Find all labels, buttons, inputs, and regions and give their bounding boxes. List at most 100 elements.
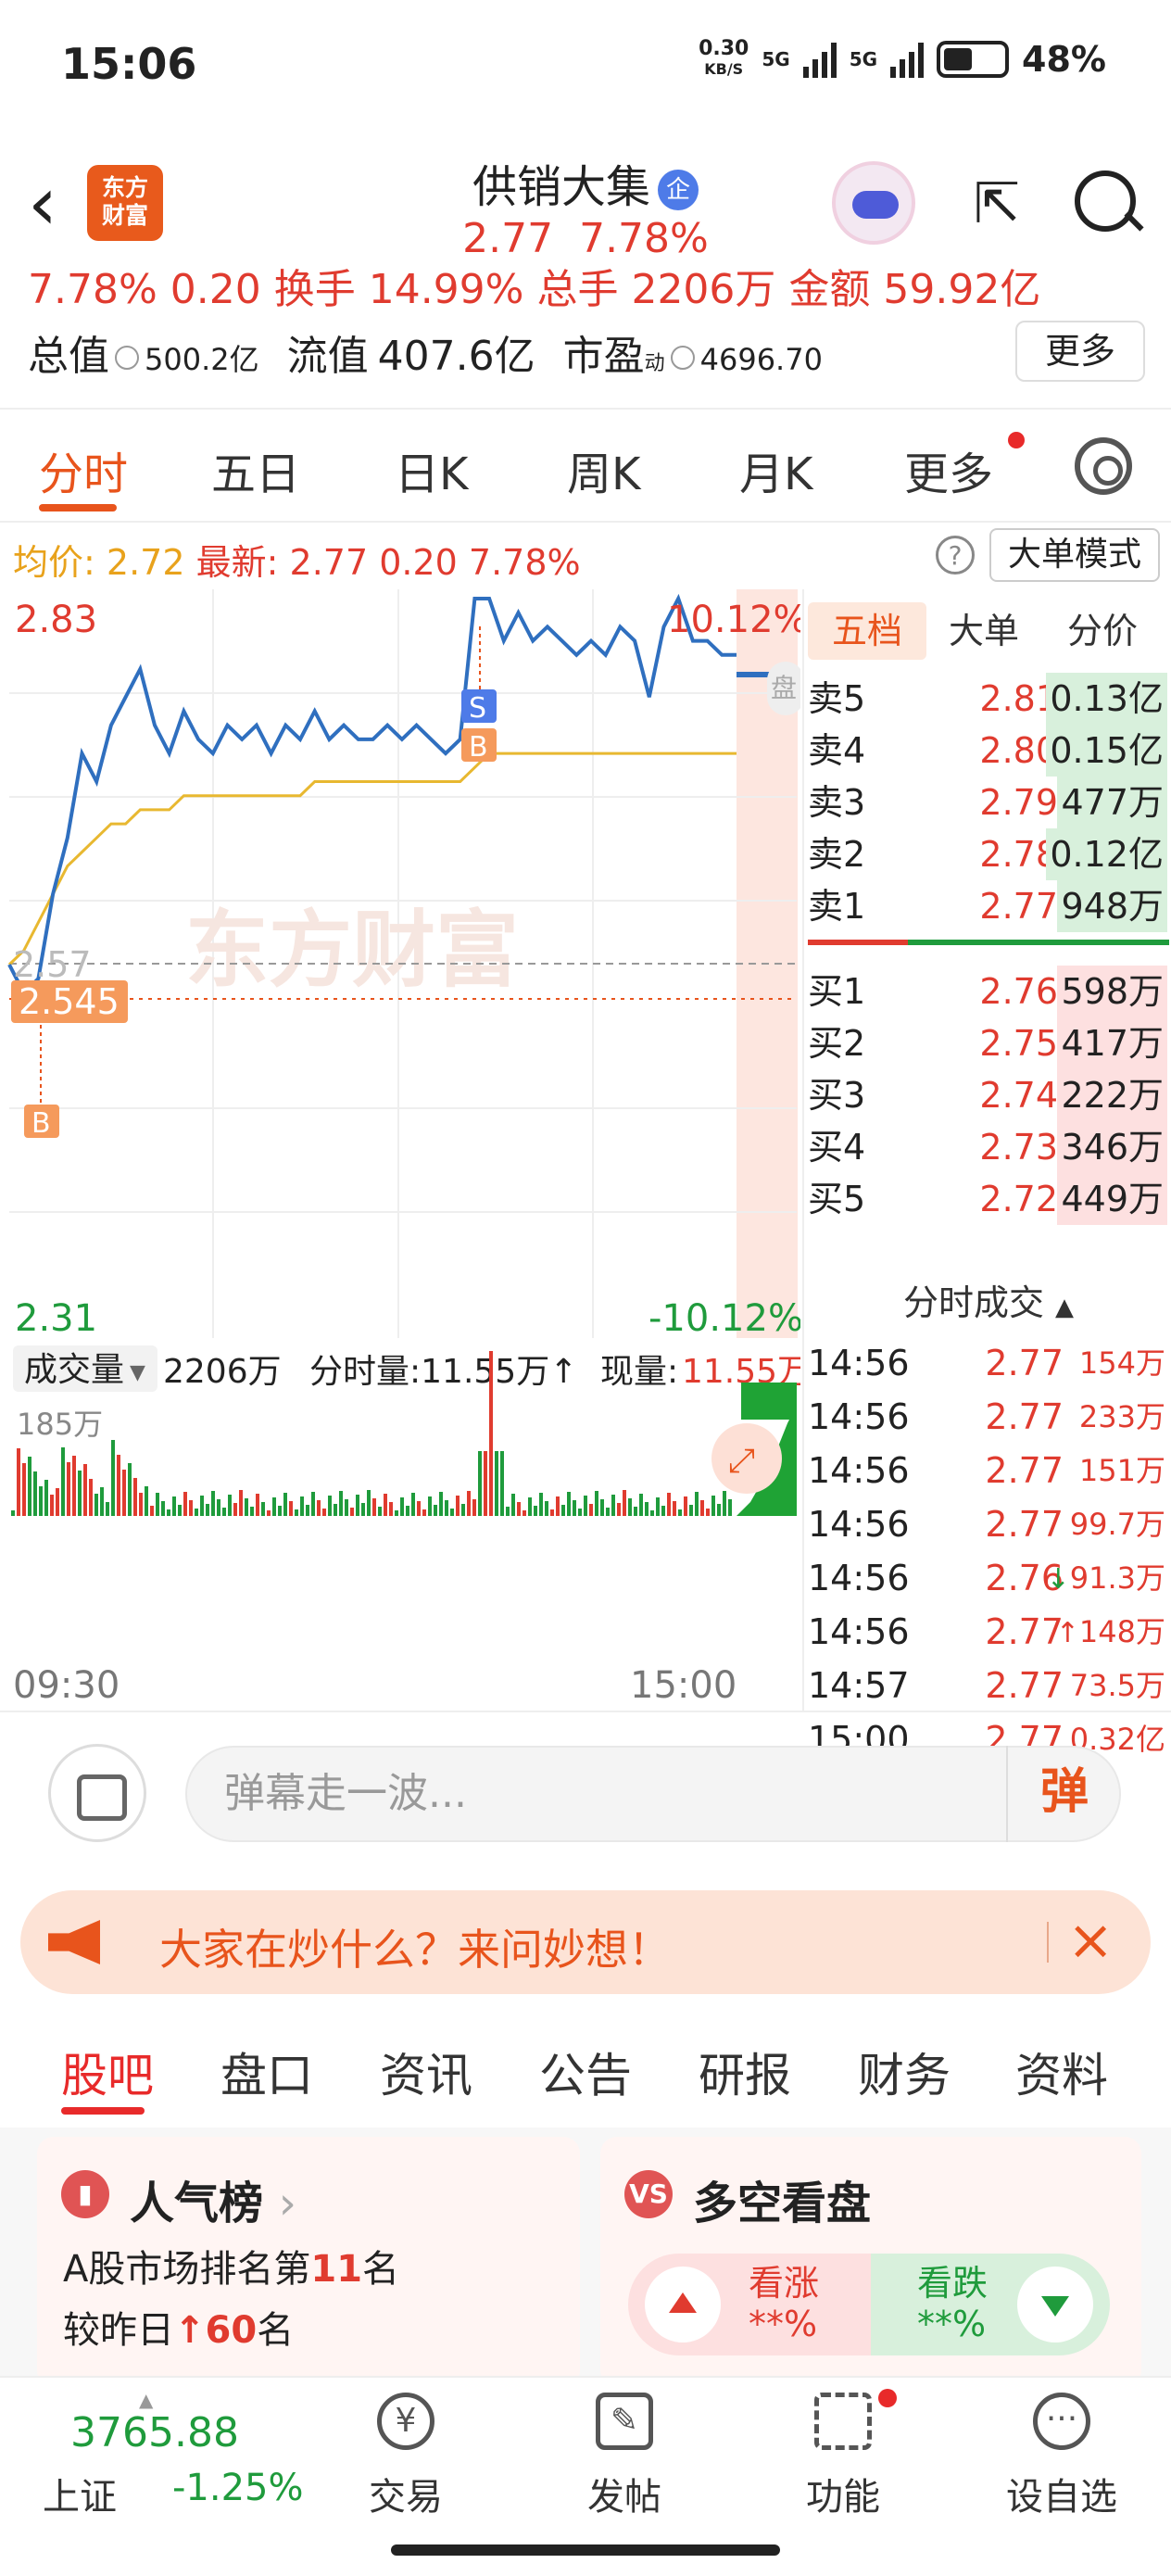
tab-finance[interactable]: 财务 [858, 2039, 951, 2105]
bid-volume: 346万 [1057, 1121, 1167, 1173]
vote-up-value: **% [749, 2304, 818, 2344]
help-icon[interactable]: ? [936, 536, 975, 575]
nav-trade[interactable]: ¥ 交易 [332, 2393, 480, 2520]
tab-monthly-k[interactable]: 月K [739, 437, 812, 502]
trades-title[interactable]: 分时成交 ▲ [804, 1275, 1171, 1331]
bull-bear-card[interactable]: VS 多空看盘 看涨 **% 看跌 **% [600, 2137, 1141, 2387]
tab-forum[interactable]: 股吧 [61, 2039, 154, 2105]
tab-weekly-k[interactable]: 周K [567, 437, 640, 502]
volume-bar [222, 1508, 226, 1516]
trades-title-text: 分时成交 [902, 1282, 1044, 1323]
tab-big-orders[interactable]: 大单 [949, 602, 1019, 660]
pe-value: 4696.70 [699, 342, 823, 377]
tab-more[interactable]: 更多 [904, 437, 993, 502]
volume-bar [428, 1496, 432, 1516]
latest-price: 2.77 [289, 542, 369, 583]
volume-bar [28, 1457, 31, 1516]
tab-research[interactable]: 研报 [699, 2039, 791, 2105]
close-icon[interactable]: × [1067, 1911, 1114, 1970]
trade-price: 2.77 [985, 1665, 1064, 1706]
volume-bar [311, 1492, 315, 1516]
content-tabs: 股吧 盘口 资讯 公告 研报 财务 资料 [0, 2020, 1171, 2124]
volume-bar [506, 1507, 510, 1516]
big-order-mode-button[interactable]: 大单模式 [989, 528, 1160, 582]
volume-bar [283, 1493, 287, 1516]
volume-bar [117, 1455, 120, 1516]
tab-announcements[interactable]: 公告 [539, 2039, 632, 2105]
latest-label: 最新: [195, 542, 279, 583]
search-icon[interactable] [1071, 167, 1145, 241]
tab-daily-k[interactable]: 日K [395, 437, 468, 502]
closing-volume-top [741, 1383, 797, 1420]
volume-bar [272, 1497, 276, 1516]
ask-label: 卖2 [808, 834, 866, 875]
trade-arrow-icon: ↓ [1046, 1563, 1070, 1596]
rank-value: 11 [310, 2248, 363, 2291]
triangle-down-icon[interactable] [1017, 2267, 1093, 2342]
ask-volume: 0.15亿 [1046, 725, 1167, 777]
more-stats-button[interactable]: 更多 [1015, 321, 1145, 382]
volume-bar [678, 1509, 682, 1516]
trade-time: 14:56 [808, 1504, 910, 1545]
tab-five-levels[interactable]: 五档 [808, 602, 926, 660]
trade-volume-text: 99.7万 [1069, 1507, 1165, 1542]
home-indicator[interactable] [391, 2544, 780, 2556]
net-speed-unit: KB/S [704, 60, 744, 78]
trade-row: 14:56 2.76 ↓91.3万 [804, 1551, 1171, 1605]
volume-bar [206, 1504, 209, 1516]
stock-price: 2.77 [462, 215, 554, 262]
intraday-chart[interactable]: 东方财富 2.83 2.31 10.12% -10.12% 2.57 2.545… [0, 589, 811, 1711]
y-bottom-label: 2.31 [15, 1297, 97, 1340]
volume-bar [339, 1491, 343, 1516]
trade-volume: 154万 [1079, 1336, 1165, 1390]
tab-5day[interactable]: 五日 [211, 437, 300, 502]
edit-icon: ✎ [596, 2393, 653, 2450]
tab-news[interactable]: 资讯 [380, 2039, 472, 2105]
ai-banner[interactable]: 大家在炒什么？来问妙想！ × [20, 1890, 1151, 1994]
volume-bar [44, 1480, 48, 1516]
volume-bar [72, 1456, 76, 1516]
banner-text: 大家在炒什么？来问妙想！ [159, 1925, 671, 1975]
popularity-card[interactable]: ▮ 人气榜 › A股市场排名第11名 较昨日↑60名 [37, 2137, 580, 2387]
trade-volume-text: 233万 [1078, 1399, 1165, 1434]
volume-bar [11, 1510, 15, 1516]
volume-bar [200, 1496, 204, 1516]
volume-bar [628, 1498, 632, 1516]
share-icon[interactable]: ⇱ [960, 167, 1034, 241]
volume-bar [389, 1502, 393, 1516]
bid-volume: 449万 [1057, 1173, 1167, 1225]
volume-bar [600, 1499, 604, 1516]
volume-bar [56, 1488, 59, 1516]
volume-bar [61, 1447, 65, 1516]
tab-price-dist[interactable]: 分价 [1067, 602, 1138, 660]
danmu-send-button[interactable]: 弹 [1006, 1746, 1121, 1842]
notification-dot [1008, 432, 1025, 448]
assistant-avatar-icon[interactable] [832, 161, 915, 245]
tab-profile[interactable]: 资料 [1015, 2039, 1108, 2105]
nav-add-watchlist[interactable]: ··· 设自选 [988, 2393, 1136, 2520]
chevron-right-icon: › [278, 2178, 296, 2229]
volume-bar [300, 1496, 304, 1516]
trade-time: 14:57 [808, 1665, 910, 1706]
gear-icon[interactable] [1075, 437, 1132, 495]
nav-functions[interactable]: 功能 [769, 2389, 917, 2520]
bid-row: 买3 2.74 222万 [804, 1069, 1171, 1121]
status-icons: 0.30 KB/S 5G 5G 48% [699, 39, 1106, 81]
popularity-title-text: 人气榜 [130, 2178, 264, 2229]
volume-bar [33, 1471, 37, 1516]
danmu-settings-icon[interactable] [48, 1744, 146, 1842]
volume-bar [306, 1505, 309, 1516]
nav-functions-label: 功能 [806, 2476, 880, 2519]
rank-post: 名 [362, 2248, 400, 2291]
volume-bar [711, 1496, 715, 1516]
volume-bar [89, 1479, 93, 1516]
danmu-input[interactable]: 弹幕走一波... [185, 1746, 1121, 1842]
volume-bar [111, 1440, 115, 1516]
volume-bar [556, 1496, 560, 1516]
nav-post[interactable]: ✎ 发帖 [550, 2393, 699, 2520]
bid-price: 2.73 [979, 1127, 1058, 1168]
tab-intraday[interactable]: 分时 [39, 437, 128, 502]
total-cap: 500.2亿 [145, 342, 259, 377]
triangle-up-icon[interactable] [645, 2267, 721, 2342]
tab-market-depth[interactable]: 盘口 [220, 2039, 313, 2105]
